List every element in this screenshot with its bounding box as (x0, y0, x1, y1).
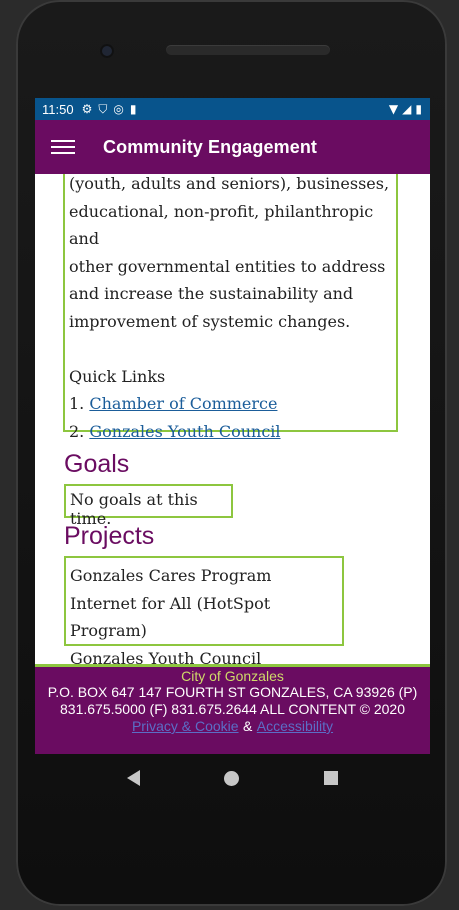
footer-ampersand: & (243, 718, 253, 734)
privacy-cookie-link[interactable]: Privacy & Cookie (132, 718, 239, 734)
description-line: (youth, adults and seniors), businesses, (69, 174, 390, 193)
signal-icon: ◢ (402, 102, 412, 116)
project-item: Gonzales Youth Council (70, 648, 262, 665)
wifi-icon: ▼ (388, 102, 399, 116)
project-item: Gonzales Cares Program (70, 566, 272, 585)
home-icon[interactable] (224, 770, 240, 786)
goals-box: No goals at this time. (64, 484, 233, 528)
description-line: educational, non-profit, philanthropic a… (69, 201, 374, 249)
description-line: and increase the sustainability and (69, 284, 354, 303)
description-line: other governmental entities to address (69, 256, 386, 276)
shield-icon: ⛉ (98, 101, 108, 116)
footer: City of Gonzales P.O. BOX 647 147 FOURTH… (35, 664, 430, 754)
footer-city: City of Gonzales (181, 668, 284, 684)
speaker-grille (166, 45, 330, 55)
quick-link-item: 1. Chamber of Commerce (69, 394, 278, 413)
app-bar: Community Engagement (35, 120, 430, 174)
hamburger-menu-icon[interactable] (51, 140, 75, 154)
accessibility-link[interactable]: Accessibility (257, 718, 333, 734)
status-time: 11:50 (42, 101, 74, 117)
scroll-content[interactable]: (youth, adults and seniors), businesses,… (35, 174, 430, 664)
recents-icon[interactable] (323, 771, 338, 785)
quick-links-label: Quick Links (69, 366, 166, 386)
goals-heading: Goals (64, 450, 130, 478)
page-title: Community Engagement (103, 136, 318, 157)
gonzales-youth-council-link[interactable]: Gonzales Youth Council (89, 422, 280, 441)
projects-heading: Projects (64, 522, 155, 550)
status-bar: 11:50 ⚙ ⛉ ◎ ▮ ▼ ◢ ▮ (35, 98, 430, 120)
projects-box: Gonzales Cares Program Internet for All … (64, 556, 344, 664)
camera-icon (100, 44, 114, 58)
at-sign-icon: ◎ (113, 102, 124, 116)
back-icon[interactable] (127, 770, 141, 786)
battery-icon: ▮ (415, 102, 422, 116)
screen: 11:50 ⚙ ⛉ ◎ ▮ ▼ ◢ ▮ Community Engagement… (35, 98, 430, 754)
android-nav-bar (35, 754, 430, 802)
sd-card-icon: ▮ (129, 102, 137, 116)
description-box: (youth, adults and seniors), businesses,… (63, 174, 398, 441)
project-item: Internet for All (HotSpot Program) (70, 593, 271, 641)
description-line: improvement of systemic changes. (69, 311, 351, 331)
quick-link-item: 2. Gonzales Youth Council (69, 421, 281, 441)
footer-address: P.O. BOX 647 147 FOURTH ST GONZALES, CA … (47, 684, 418, 717)
gear-icon: ⚙ (81, 102, 93, 116)
chamber-of-commerce-link[interactable]: Chamber of Commerce (89, 394, 277, 413)
